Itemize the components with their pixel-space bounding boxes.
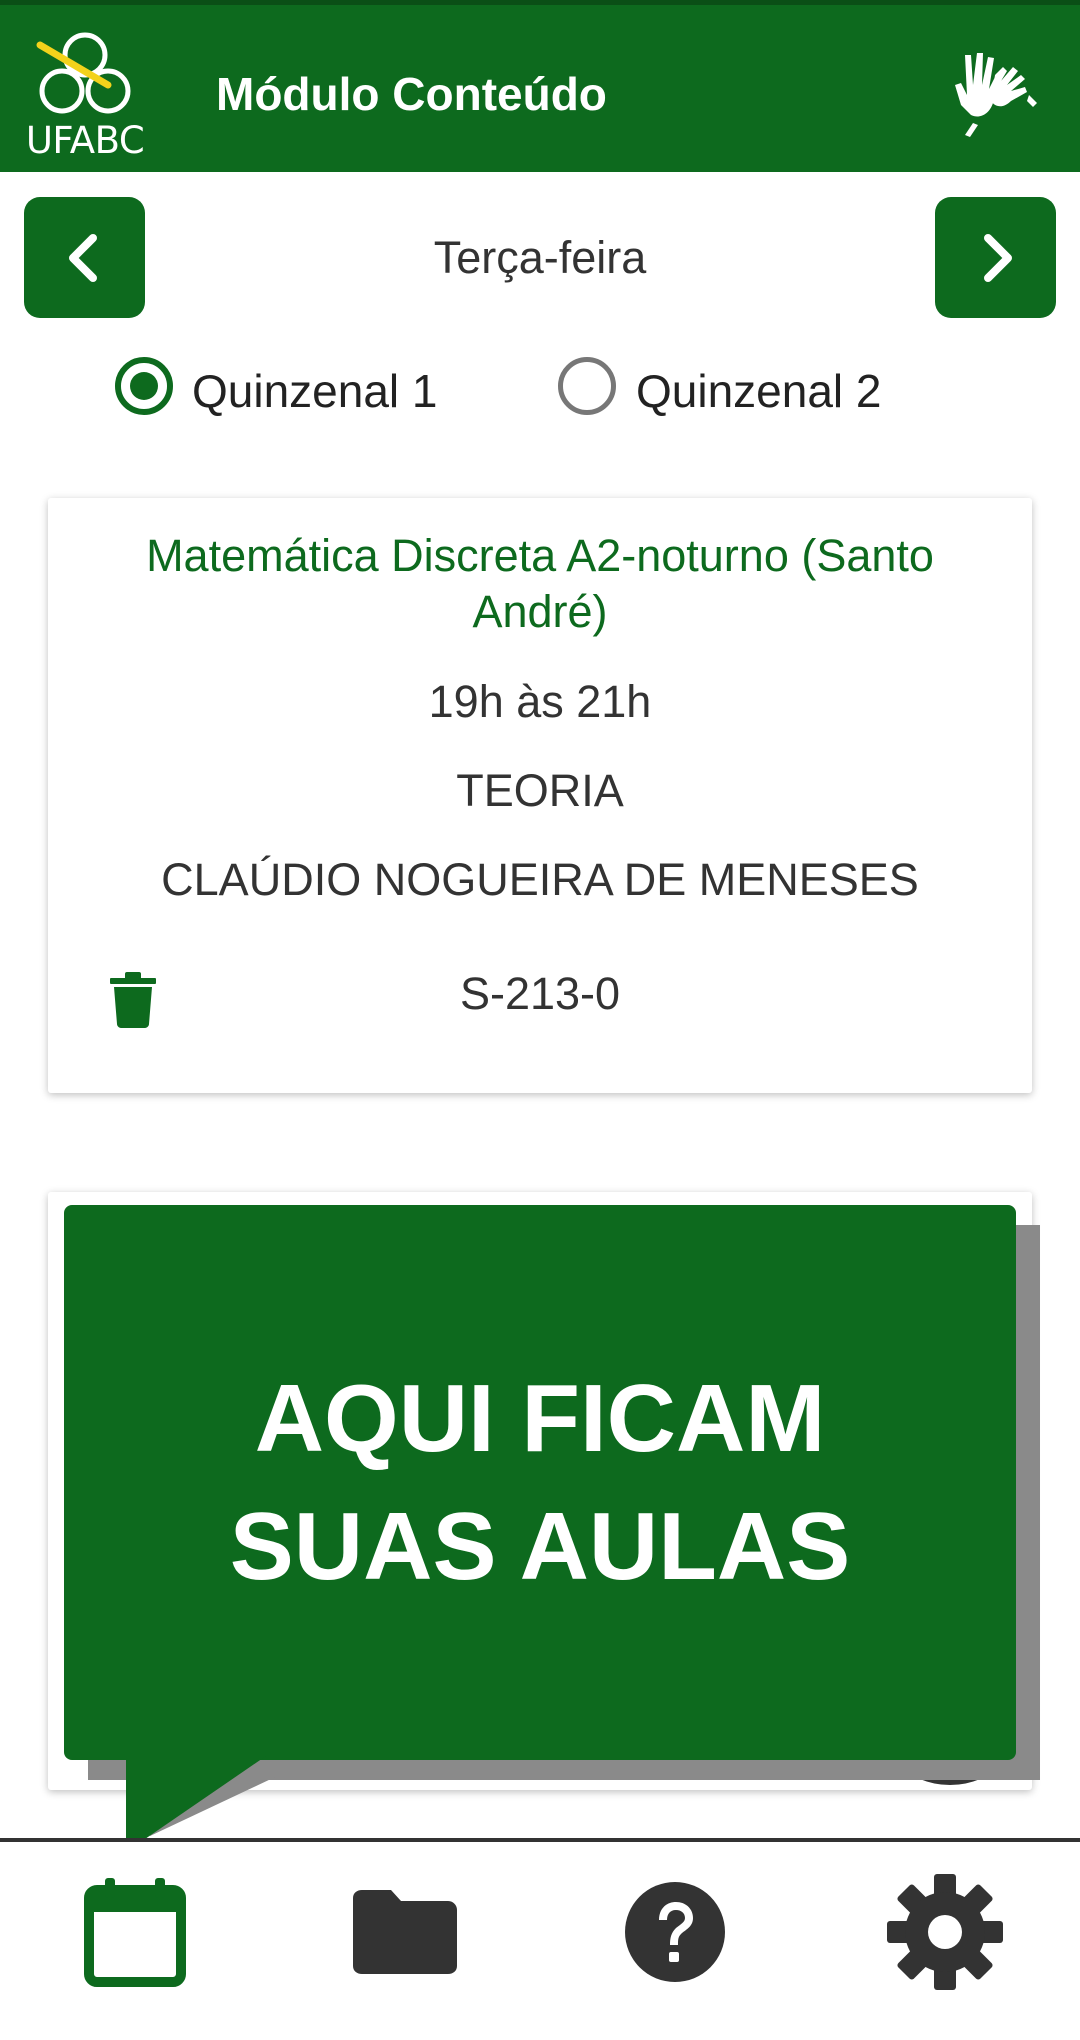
logo-text: UFABC — [25, 119, 145, 162]
nav-help[interactable] — [610, 1867, 740, 1997]
sign-language-hands-icon[interactable] — [945, 45, 1041, 141]
page-title: Módulo Conteúdo — [216, 68, 607, 120]
radio-quinzenal-2[interactable] — [558, 357, 616, 415]
nav-folder[interactable] — [340, 1867, 470, 1997]
bottom-nav — [0, 1842, 1080, 2040]
nav-calendar[interactable] — [70, 1867, 200, 1997]
onboarding-tooltip[interactable]: AQUI FICAM SUAS AULAS — [64, 1205, 1016, 1760]
tooltip-text: AQUI FICAM SUAS AULAS — [229, 1365, 851, 1600]
radio-label-quinzenal-1[interactable]: Quinzenal 1 — [192, 364, 438, 418]
class-card[interactable]: Matemática Discreta A2-noturno (Santo An… — [48, 498, 1032, 1093]
radio-quinzenal-1[interactable] — [115, 357, 173, 415]
folder-icon — [353, 1890, 457, 1974]
calendar-icon — [84, 1878, 186, 1987]
course-title: Matemática Discreta A2-noturno (Santo An… — [146, 530, 934, 637]
nav-settings[interactable] — [880, 1867, 1010, 1997]
chevron-right-icon — [983, 233, 1012, 282]
next-day-button[interactable] — [935, 197, 1056, 318]
room-code: S-213-0 — [459, 968, 621, 1019]
gear-icon — [887, 1874, 1003, 1990]
teacher-name: CLAÚDIO NOGUEIRA DE MENESES — [161, 854, 919, 905]
ufabc-logo: UFABC — [20, 27, 150, 162]
class-type: TEORIA — [456, 765, 624, 816]
radio-label-quinzenal-2[interactable]: Quinzenal 2 — [636, 364, 882, 418]
class-time: 19h às 21h — [428, 676, 652, 727]
ufabc-logo-mark — [36, 32, 131, 114]
trash-icon[interactable] — [110, 972, 156, 1028]
app-bar: UFABC Módulo Conteúdo — [0, 0, 1080, 172]
day-label: Terça-feira — [433, 232, 647, 283]
help-icon — [625, 1882, 725, 1982]
